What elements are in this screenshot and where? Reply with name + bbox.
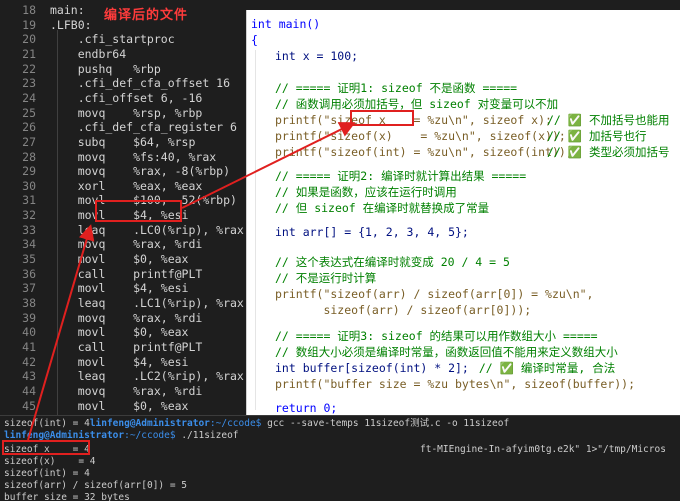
arrow-output-to-asm	[27, 224, 95, 441]
arrow-asm-to-source	[181, 122, 356, 209]
annotation-arrows	[27, 122, 356, 441]
